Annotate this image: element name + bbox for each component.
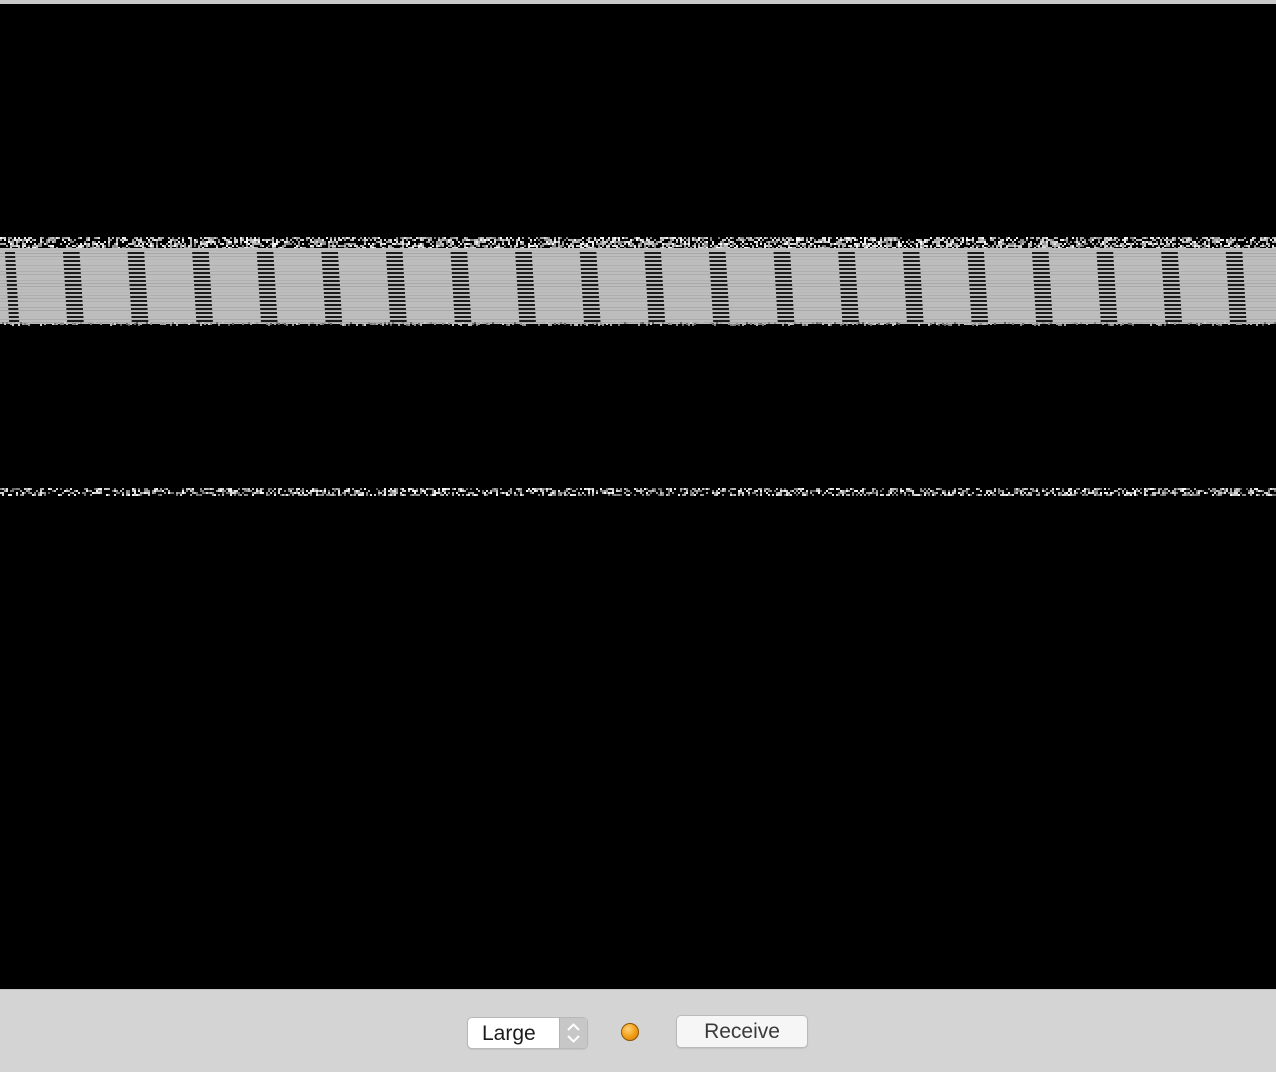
signal-viewer bbox=[0, 4, 1276, 989]
size-select[interactable]: Large bbox=[467, 1017, 588, 1049]
bottom-toolbar: Large Receive bbox=[0, 989, 1276, 1072]
status-indicator-icon bbox=[621, 1023, 639, 1041]
app-window: Large Receive bbox=[0, 0, 1276, 1072]
signal-image bbox=[0, 237, 1276, 496]
size-select-value: Large bbox=[482, 1022, 536, 1045]
chevron-up-down-icon[interactable] bbox=[559, 1018, 587, 1048]
receive-button[interactable]: Receive bbox=[676, 1015, 808, 1048]
